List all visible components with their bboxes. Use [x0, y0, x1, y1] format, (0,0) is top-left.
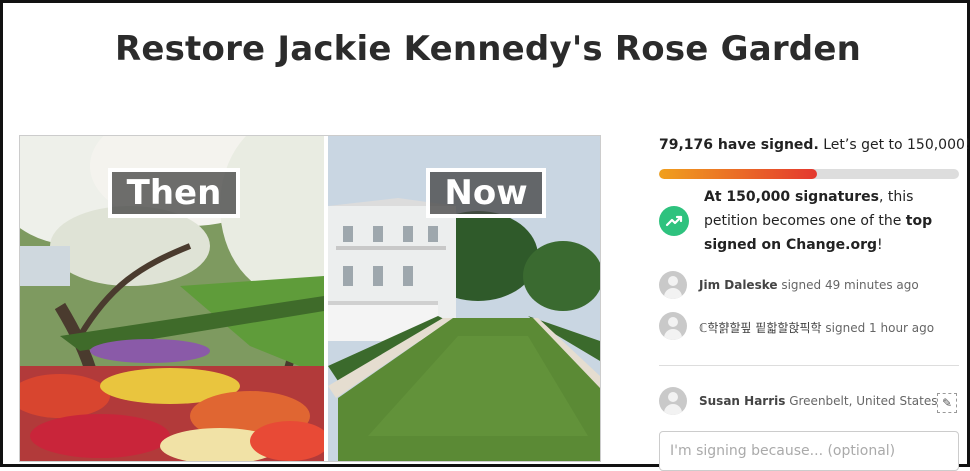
edit-pencil-icon[interactable]: ✎ — [937, 393, 957, 413]
goal-text: Let’s get to 150,000! — [818, 137, 970, 153]
current-user-row: Susan Harris Greenbelt, United States ✎ — [659, 387, 959, 417]
recent-signer-item: Jim Daleske signed 49 minutes ago — [659, 271, 959, 301]
petition-hero-image: Then Now — [19, 135, 601, 462]
then-label: Then — [108, 168, 240, 218]
signer-time: signed 1 hour ago — [821, 321, 935, 335]
recent-signer-item: ℂ학햙할핖 핕핣할핝픽학 signed 1 hour ago — [659, 312, 959, 342]
current-user-location: Greenbelt, United States — [785, 394, 938, 408]
avatar — [659, 312, 687, 340]
recent-signer-text: ℂ학햙할핖 핕핣할핝픽학 signed 1 hour ago — [699, 319, 934, 336]
then-photo: Then — [20, 136, 324, 461]
now-label: Now — [426, 168, 546, 218]
signer-time: signed 49 minutes ago — [777, 278, 919, 292]
signed-count-text: 79,176 have signed. — [659, 137, 819, 153]
signer-name: Jim Daleske — [699, 278, 778, 292]
now-photo: Now — [328, 136, 600, 461]
divider — [659, 365, 959, 366]
trending-up-icon — [659, 206, 689, 236]
page-frame: Restore Jackie Kennedy's Rose Garden The… — [0, 0, 970, 471]
milestone-part4: ! — [877, 237, 883, 253]
recent-signer-text: Jim Daleske signed 49 minutes ago — [699, 278, 919, 292]
signature-progress-bar — [659, 169, 959, 179]
current-user-name: Susan Harris — [699, 394, 786, 408]
milestone-part1: At 150,000 signatures — [704, 189, 879, 205]
milestone-message: At 150,000 signatures, this petition bec… — [704, 185, 959, 257]
signature-count: 79,176 have signed. Let’s get to 150,000… — [659, 137, 970, 153]
signer-name: ℂ학햙할핖 핕핣할핝픽학 — [699, 321, 822, 335]
avatar — [659, 387, 687, 415]
progress-fill — [659, 169, 818, 179]
current-user-text: Susan Harris Greenbelt, United States — [699, 394, 937, 408]
avatar — [659, 271, 687, 299]
signing-reason-input[interactable] — [659, 431, 959, 471]
petition-title: Restore Jackie Kennedy's Rose Garden — [114, 29, 862, 69]
